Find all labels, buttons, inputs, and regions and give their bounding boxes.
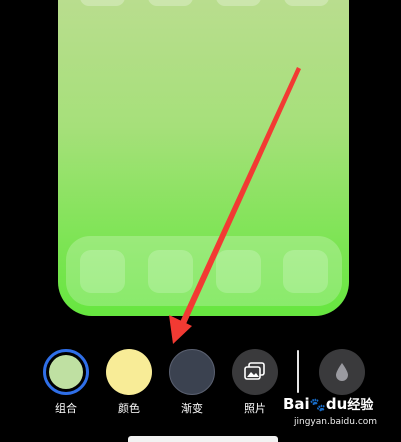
- option-photos[interactable]: [232, 349, 278, 395]
- blur-toggle-button[interactable]: [319, 349, 365, 395]
- photos-icon: [232, 349, 278, 395]
- option-color[interactable]: [106, 349, 152, 395]
- watermark-suffix: 经验: [347, 398, 374, 413]
- watermark-paw-text: du: [325, 395, 348, 413]
- option-label-combination: 组合: [55, 402, 77, 415]
- baidu-watermark: Bai🐾du经验: [283, 394, 373, 413]
- gradient-swatch-icon: [169, 349, 215, 395]
- option-label-gradient: 渐变: [181, 402, 203, 415]
- option-label-photos: 照片: [244, 402, 266, 415]
- combination-swatch-icon: [43, 349, 89, 395]
- option-label-color: 颜色: [118, 402, 140, 415]
- watermark-brand: Bai: [283, 395, 310, 413]
- option-gradient[interactable]: [169, 349, 215, 395]
- color-swatch-icon: [106, 349, 152, 395]
- divider: [297, 350, 299, 393]
- paw-icon: 🐾: [309, 398, 326, 413]
- watermark-url: jingyan.baidu.com: [294, 417, 378, 427]
- option-combination[interactable]: [43, 349, 89, 395]
- droplet-icon: [319, 349, 365, 395]
- home-indicator: [128, 436, 278, 442]
